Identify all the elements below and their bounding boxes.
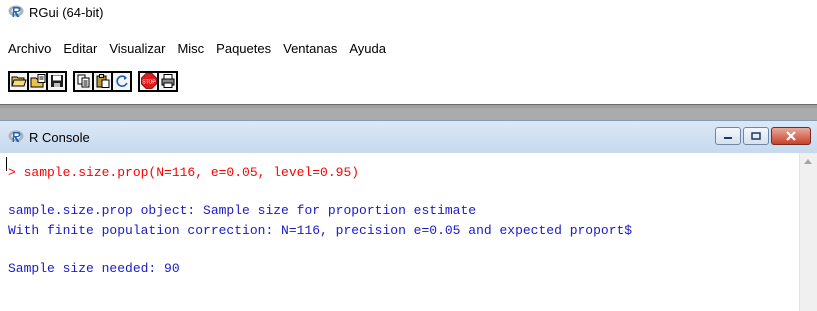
open-script-button[interactable] bbox=[8, 70, 29, 92]
console-output-line: sample.size.prop object: Sample size for… bbox=[8, 203, 477, 218]
vertical-scrollbar[interactable] bbox=[799, 153, 817, 311]
console-output[interactable]: > sample.size.prop(N=116, e=0.05, level=… bbox=[0, 153, 817, 311]
app-title: RGui (64-bit) bbox=[29, 4, 104, 20]
scroll-up-arrow-icon[interactable] bbox=[804, 159, 812, 164]
copy-icon bbox=[77, 74, 89, 88]
console-title: R Console bbox=[29, 129, 90, 145]
menu-editar[interactable]: Editar bbox=[63, 41, 97, 56]
console-titlebar[interactable]: R Console bbox=[0, 121, 817, 153]
close-icon bbox=[786, 131, 796, 141]
paste-icon bbox=[96, 74, 109, 88]
copy-paste-icon bbox=[115, 75, 128, 87]
menu-misc[interactable]: Misc bbox=[177, 41, 204, 56]
print-icon bbox=[161, 74, 174, 88]
paste-button[interactable] bbox=[92, 70, 113, 92]
menu-archivo[interactable]: Archivo bbox=[8, 41, 51, 56]
stop-icon-label: STOP bbox=[142, 79, 156, 85]
minimize-button[interactable] bbox=[715, 127, 741, 145]
text-cursor bbox=[6, 157, 7, 171]
window-controls bbox=[713, 127, 811, 145]
open-script-icon bbox=[10, 76, 27, 87]
toolbar: STOP bbox=[8, 68, 178, 94]
console-command-line: > sample.size.prop(N=116, e=0.05, level=… bbox=[8, 165, 360, 180]
app-titlebar: RGui (64-bit) bbox=[0, 0, 817, 24]
stop-button[interactable]: STOP bbox=[138, 70, 159, 92]
minimize-icon bbox=[724, 137, 732, 139]
load-workspace-icon bbox=[30, 74, 45, 88]
close-button[interactable] bbox=[771, 127, 811, 145]
save-workspace-button[interactable] bbox=[46, 70, 67, 92]
maximize-button[interactable] bbox=[743, 127, 769, 145]
console-output-line: With finite population correction: N=116… bbox=[8, 223, 633, 238]
menu-visualizar[interactable]: Visualizar bbox=[109, 41, 165, 56]
r-logo-icon bbox=[8, 4, 24, 21]
menu-ventanas[interactable]: Ventanas bbox=[283, 41, 337, 56]
menubar: Archivo Editar Visualizar Misc Paquetes … bbox=[0, 36, 817, 60]
print-button[interactable] bbox=[157, 70, 178, 92]
restore-icon bbox=[751, 132, 761, 140]
copy-paste-button[interactable] bbox=[111, 70, 132, 92]
r-console-window: R Console > sample.size.prop(N=116, e=0.… bbox=[0, 120, 817, 311]
menu-ayuda[interactable]: Ayuda bbox=[349, 41, 386, 56]
save-workspace-icon bbox=[50, 75, 63, 87]
console-output-line: Sample size needed: 90 bbox=[8, 261, 180, 276]
r-logo-icon bbox=[8, 129, 24, 146]
menu-paquetes[interactable]: Paquetes bbox=[216, 41, 271, 56]
copy-button[interactable] bbox=[73, 70, 94, 92]
load-workspace-button[interactable] bbox=[27, 70, 48, 92]
stop-icon: STOP bbox=[140, 73, 157, 89]
